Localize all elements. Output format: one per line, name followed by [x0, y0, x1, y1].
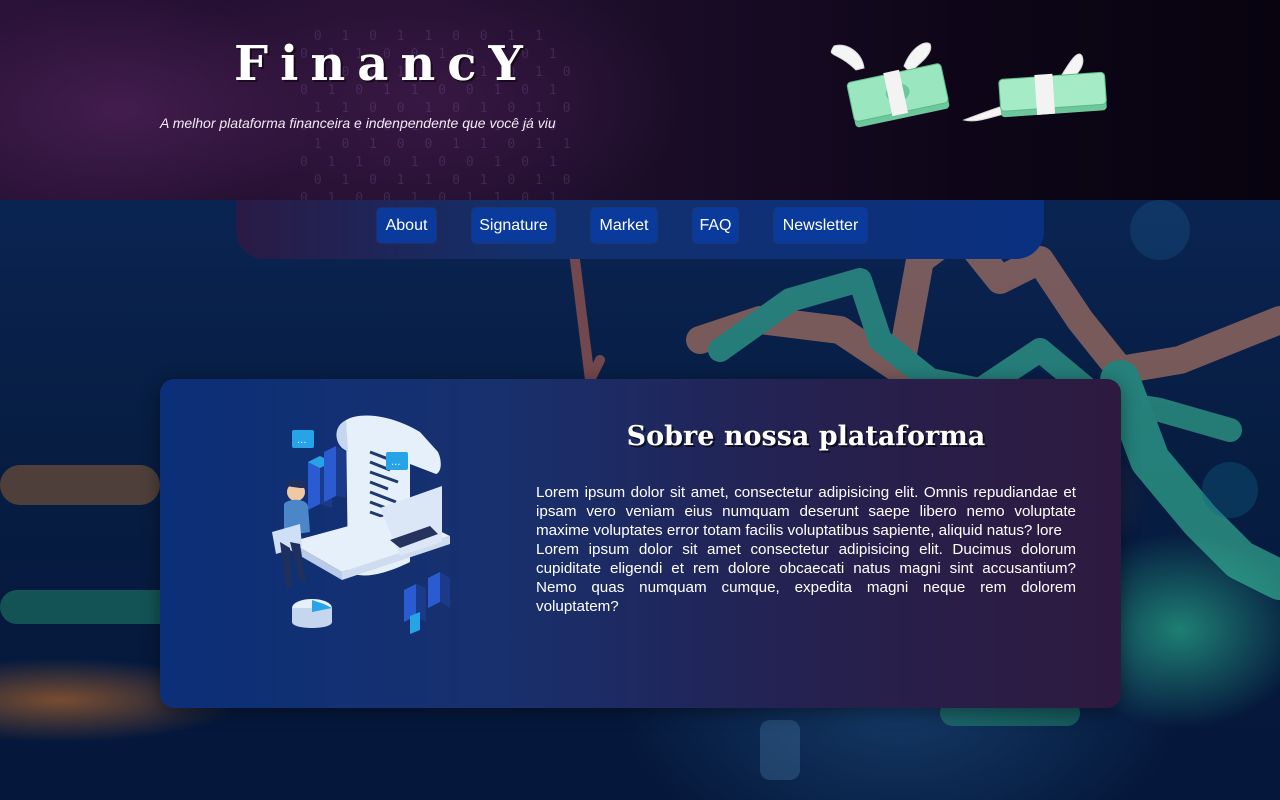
about-paragraph-1: Lorem ipsum dolor sit amet, consectetur … — [536, 484, 1076, 539]
svg-text:...: ... — [297, 435, 307, 446]
nav-faq[interactable]: FAQ — [693, 208, 738, 243]
finance-report-illustration: ... ... — [250, 412, 460, 647]
nav-about[interactable]: About — [377, 208, 436, 243]
svg-text:...: ... — [391, 457, 401, 468]
about-text: Lorem ipsum dolor sit amet, consectetur … — [536, 483, 1076, 616]
nav-signature[interactable]: Signature — [472, 208, 555, 243]
site-header: 0 1 0 1 1 0 0 1 1 0 1 1 0 0 1 0 1 0 1 1 … — [0, 0, 1280, 200]
nav-market[interactable]: Market — [591, 208, 657, 243]
about-title: Sobre nossa plataforma — [626, 421, 986, 452]
brand-logo[interactable]: FinancY — [234, 36, 535, 92]
nav-newsletter[interactable]: Newsletter — [774, 208, 867, 243]
about-card: ... ... Sobre nossa plataforma Lorem ips… — [160, 379, 1121, 708]
flying-money-icon — [826, 40, 956, 135]
about-paragraph-2: Lorem ipsum dolor sit amet consectetur a… — [536, 541, 1076, 615]
flying-money-icon — [960, 48, 1120, 133]
tagline: A melhor plataforma financeira e indenpe… — [160, 115, 556, 131]
main-nav: About Signature Market FAQ Newsletter — [236, 200, 1044, 259]
